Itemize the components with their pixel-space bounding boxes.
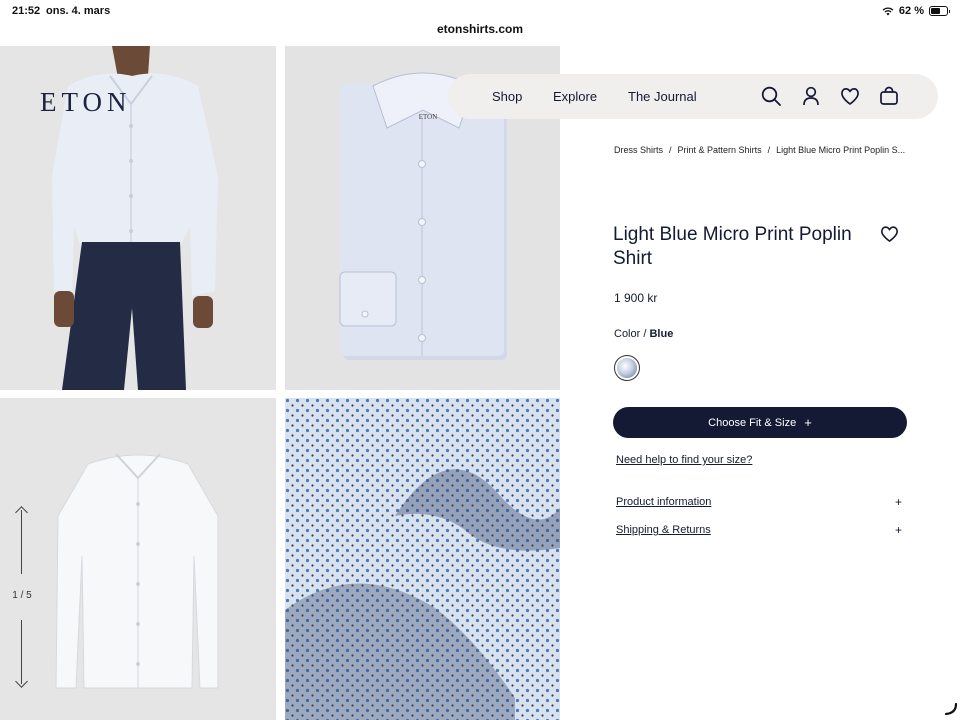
- product-title: Light Blue Micro Print Poplin Shirt: [613, 224, 852, 269]
- product-image-fabric-detail[interactable]: [285, 398, 560, 720]
- status-right: 62 %: [882, 5, 950, 17]
- status-bar: 21:52 ons. 4. mars 62 %: [0, 0, 960, 22]
- product-image-front[interactable]: [0, 398, 276, 720]
- swatch-fill: [617, 358, 637, 378]
- bag-icon[interactable]: [878, 85, 900, 107]
- breadcrumb-print-pattern-shirts[interactable]: Print & Pattern Shirts: [678, 145, 762, 155]
- plus-icon: +: [894, 495, 902, 509]
- main-navigation: Shop Explore The Journal: [448, 74, 938, 119]
- breadcrumb-current: Light Blue Micro Print Poplin S...: [776, 145, 906, 155]
- url-bar[interactable]: etonshirts.com: [400, 22, 560, 36]
- color-selection-label: Color / Blue: [614, 328, 673, 340]
- cta-label: Choose Fit & Size: [708, 416, 797, 429]
- status-date: ons. 4. mars: [46, 5, 111, 17]
- breadcrumb: Dress Shirts / Print & Pattern Shirts / Ligh…: [614, 145, 905, 155]
- battery-icon: [929, 6, 950, 16]
- breadcrumb-separator: /: [767, 145, 771, 155]
- brand-logo[interactable]: ETON: [40, 87, 132, 118]
- wishlist-heart-icon[interactable]: [879, 224, 900, 243]
- heart-icon[interactable]: [839, 85, 861, 107]
- loading-spinner-icon: [944, 702, 958, 716]
- plus-icon: +: [894, 523, 902, 537]
- battery-percent: 62 %: [898, 5, 924, 17]
- breadcrumb-separator: /: [669, 145, 672, 155]
- battery-fill: [931, 8, 940, 14]
- accordion-label: Product information: [616, 496, 712, 508]
- search-icon[interactable]: [760, 85, 782, 107]
- nav-shop-link[interactable]: Shop: [492, 89, 522, 104]
- color-swatch-blue[interactable]: [614, 355, 640, 381]
- breadcrumb-dress-shirts[interactable]: Dress Shirts: [614, 145, 663, 155]
- slide-counter: 1 / 5: [12, 590, 32, 601]
- product-price: 1 900 kr: [614, 291, 658, 305]
- color-value: Blue: [649, 328, 674, 340]
- nav-explore-link[interactable]: Explore: [553, 89, 597, 104]
- slide-indicator[interactable]: 1 / 5: [8, 506, 36, 688]
- color-separator: /: [643, 328, 647, 340]
- wifi-icon: [882, 6, 894, 15]
- arrow-down-icon: [15, 675, 28, 688]
- account-icon[interactable]: [800, 85, 822, 107]
- accordion-shipping-returns[interactable]: Shipping & Returns +: [616, 523, 906, 540]
- color-label: Color: [614, 328, 641, 340]
- accordion-label: Shipping & Returns: [616, 524, 711, 536]
- plus-icon: +: [804, 415, 812, 430]
- shirt-label-text: ETON: [419, 113, 438, 121]
- choose-fit-size-button[interactable]: Choose Fit & Size +: [613, 407, 907, 438]
- slide-line-top: [21, 510, 22, 574]
- status-time: 21:52: [12, 5, 41, 17]
- size-help-link[interactable]: Need help to find your size?: [616, 454, 752, 466]
- fabric-detail-illustration: [285, 398, 560, 720]
- front-shirt-illustration: [0, 398, 276, 720]
- accordion-product-information[interactable]: Product information +: [616, 495, 906, 512]
- nav-journal-link[interactable]: The Journal: [628, 89, 697, 104]
